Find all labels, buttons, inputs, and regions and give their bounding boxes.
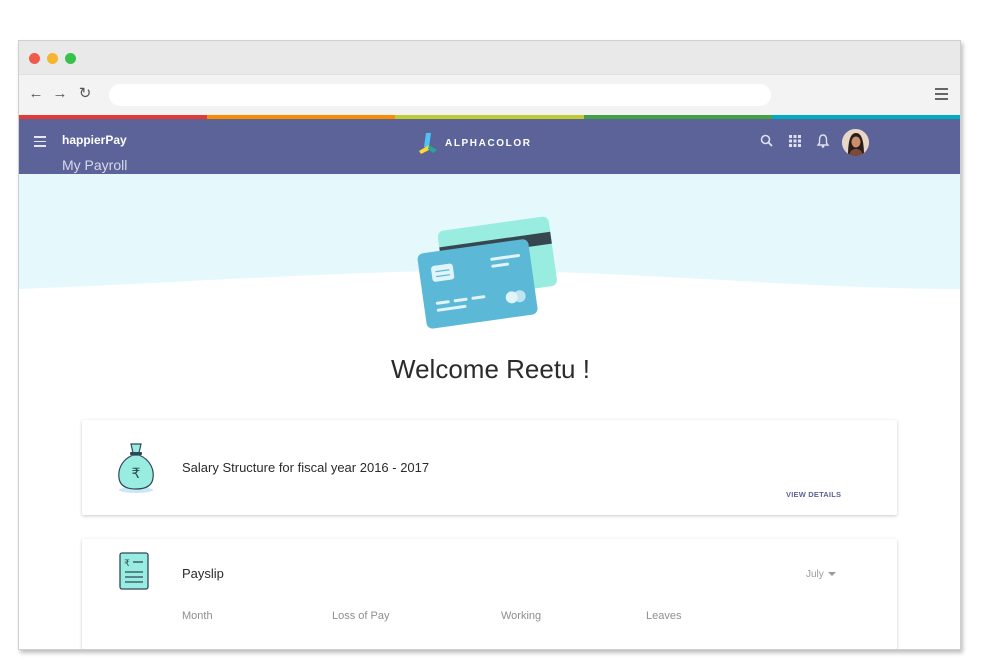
hamburger-menu-icon[interactable]: [34, 136, 46, 147]
app-header: happierPay My Payroll ALPHACOLOR: [19, 119, 960, 178]
app-name: happierPay: [62, 133, 127, 147]
view-details-link[interactable]: VIEW DETAILS: [786, 490, 841, 499]
chevron-down-icon: [827, 572, 836, 577]
money-bag-rupee-icon: ₹: [118, 443, 154, 493]
column-header-leaves: Leaves: [646, 610, 682, 622]
payslip-document-icon: ₹: [119, 552, 149, 590]
search-icon[interactable]: [759, 133, 775, 149]
month-dropdown[interactable]: July: [806, 569, 836, 580]
browser-window: ← → ↻ happierPay My Payroll ALPHACOLOR W…: [18, 40, 961, 650]
column-header-loss-of-pay: Loss of Pay: [332, 610, 390, 622]
welcome-heading: Welcome Reetu !: [391, 354, 590, 384]
salary-card-title: Salary Structure for fiscal year 2016 - …: [182, 460, 430, 475]
maximize-window-button[interactable]: [65, 53, 76, 64]
payslip-card: ₹ Payslip July Month Loss of Pay Working…: [82, 539, 897, 649]
main-content: Welcome Reetu ! ₹ Salary Structure for f…: [19, 174, 960, 649]
month-dropdown-value: July: [806, 569, 824, 580]
reload-icon[interactable]: ↻: [76, 85, 94, 103]
brand-logo[interactable]: ALPHACOLOR: [417, 131, 532, 155]
back-arrow-icon[interactable]: ←: [27, 85, 45, 103]
apps-grid-icon[interactable]: [787, 133, 803, 149]
forward-arrow-icon[interactable]: →: [51, 85, 69, 103]
page-title: My Payroll: [62, 157, 128, 173]
payslip-card-title: Payslip: [182, 566, 224, 581]
salary-structure-card[interactable]: ₹ Salary Structure for fiscal year 2016 …: [82, 420, 897, 515]
credit-cards-icon: [417, 216, 557, 329]
browser-toolbar: ← → ↻: [19, 75, 960, 115]
address-bar-input[interactable]: [109, 84, 771, 106]
alphacolor-logo-icon: [419, 133, 437, 154]
bell-icon[interactable]: [815, 133, 831, 149]
minimize-window-button[interactable]: [47, 53, 58, 64]
column-header-month: Month: [182, 610, 213, 622]
brand-name: ALPHACOLOR: [445, 137, 532, 149]
browser-menu-icon[interactable]: [935, 88, 948, 100]
svg-text:₹: ₹: [132, 466, 141, 482]
browser-titlebar: [19, 41, 960, 75]
user-avatar[interactable]: [842, 129, 869, 156]
svg-text:₹: ₹: [124, 559, 130, 569]
close-window-button[interactable]: [29, 53, 40, 64]
column-header-working: Working: [501, 610, 542, 622]
